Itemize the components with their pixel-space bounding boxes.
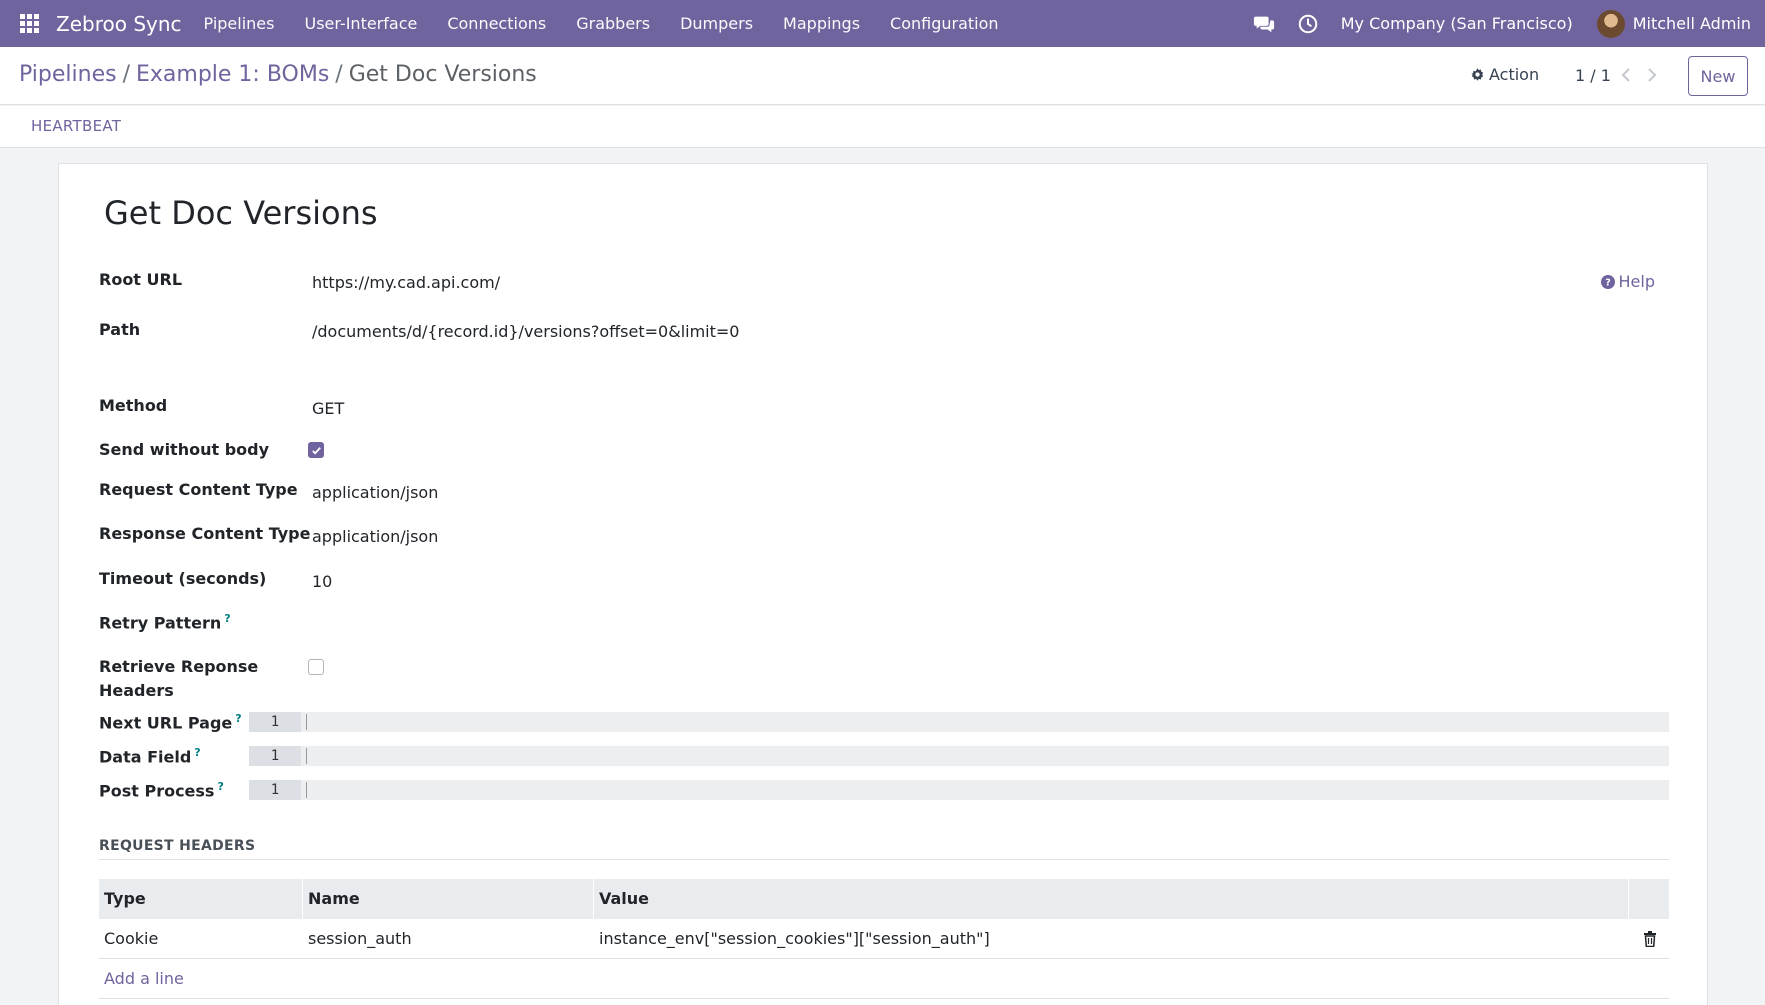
clock-icon[interactable] [1297, 13, 1319, 35]
menu-pipelines[interactable]: Pipelines [204, 14, 275, 33]
data-field-editor[interactable]: 1 [249, 746, 1669, 766]
line-number: 1 [249, 780, 301, 800]
form-statusbar: HEARTBEAT [0, 106, 1765, 148]
new-button[interactable]: New [1688, 56, 1748, 96]
question-circle-icon: ? [1600, 274, 1615, 289]
apps-icon[interactable] [20, 13, 40, 34]
action-label: Action [1489, 65, 1540, 84]
section-divider [99, 859, 1669, 860]
next-url-page-label: Next URL Page? [99, 712, 242, 733]
method-field[interactable]: GET [312, 399, 344, 418]
breadcrumb-current: Get Doc Versions [348, 62, 537, 87]
timeout-label: Timeout (seconds) [99, 569, 267, 588]
breadcrumb: Pipelines / Example 1: BOMs / Get Doc Versio… [19, 62, 537, 87]
line-number: 1 [249, 746, 301, 766]
menu-user-interface[interactable]: User-Interface [304, 14, 417, 33]
menu-mappings[interactable]: Mappings [783, 14, 860, 33]
column-divider [302, 879, 303, 919]
send-without-body-checkbox[interactable] [308, 442, 324, 458]
navbar-systray: My Company (San Francisco) Mitchell Admi… [1253, 0, 1765, 47]
column-divider [1628, 879, 1629, 919]
help-link[interactable]: ? Help [1600, 272, 1655, 291]
gear-icon [1471, 68, 1484, 81]
method-label: Method [99, 396, 168, 415]
retrieve-headers-label-line2: Headers [99, 681, 174, 700]
app-brand[interactable]: Zebroo Sync [56, 12, 182, 36]
column-value[interactable]: Value [599, 889, 649, 908]
tooltip-icon[interactable]: ? [194, 746, 200, 759]
chat-icon[interactable] [1253, 13, 1275, 35]
post-process-label: Post Process? [99, 780, 224, 801]
menu-dumpers[interactable]: Dumpers [680, 14, 753, 33]
root-url-label: Root URL [99, 270, 183, 289]
menu-configuration[interactable]: Configuration [890, 14, 999, 33]
cell-name[interactable]: session_auth [308, 929, 412, 948]
breadcrumb-separator: / [335, 62, 343, 87]
cell-value[interactable]: instance_env["session_cookies"]["session… [599, 929, 990, 948]
avatar[interactable] [1596, 9, 1625, 38]
response-content-type-field[interactable]: application/json [312, 527, 438, 546]
tooltip-icon[interactable]: ? [235, 712, 241, 725]
user-menu[interactable]: Mitchell Admin [1633, 14, 1751, 33]
add-line-link[interactable]: Add a line [104, 969, 184, 988]
company-switcher[interactable]: My Company (San Francisco) [1341, 14, 1573, 33]
tooltip-icon[interactable]: ? [224, 612, 230, 625]
text-cursor [306, 782, 307, 798]
control-panel: Pipelines / Example 1: BOMs / Get Doc Versio… [0, 47, 1765, 105]
menu-connections[interactable]: Connections [447, 14, 546, 33]
text-cursor [306, 714, 307, 730]
action-button[interactable]: Action [1470, 65, 1539, 84]
retrieve-headers-label: Retrieve Reponse [99, 657, 259, 676]
breadcrumb-pipelines[interactable]: Pipelines [19, 62, 117, 87]
svg-text:?: ? [1605, 277, 1611, 288]
add-line-row: Add a line [99, 959, 1669, 999]
chevron-right-icon[interactable] [1645, 67, 1659, 83]
retrieve-headers-checkbox[interactable] [308, 659, 324, 675]
request-content-type-field[interactable]: application/json [312, 483, 438, 502]
heartbeat-button[interactable]: HEARTBEAT [31, 117, 121, 135]
breadcrumb-separator: / [122, 62, 130, 87]
request-headers-title: REQUEST HEADERS [99, 838, 256, 854]
response-content-type-label: Response Content Type [99, 524, 311, 543]
chevron-left-icon[interactable] [1619, 67, 1633, 83]
menu-grabbers[interactable]: Grabbers [576, 14, 650, 33]
breadcrumb-example-boms[interactable]: Example 1: BOMs [136, 62, 329, 87]
path-field[interactable]: /documents/d/{record.id}/versions?offset… [312, 322, 739, 341]
post-process-editor[interactable]: 1 [249, 780, 1669, 800]
send-without-body-label: Send without body [99, 440, 270, 459]
column-divider [593, 879, 594, 919]
cell-type[interactable]: Cookie [104, 929, 158, 948]
data-field-label: Data Field? [99, 746, 201, 767]
check-icon [311, 446, 321, 455]
pager-value[interactable]: 1 / 1 [1575, 66, 1611, 85]
timeout-field[interactable]: 10 [312, 572, 332, 591]
next-url-page-editor[interactable]: 1 [249, 712, 1669, 732]
form-sheet: Get Doc Versions ? Help Root URL https:/… [58, 163, 1708, 1005]
table-header: Type Name Value [99, 879, 1669, 919]
request-content-type-label: Request Content Type [99, 480, 298, 499]
column-type[interactable]: Type [104, 889, 146, 908]
record-title[interactable]: Get Doc Versions [104, 194, 378, 232]
request-headers-table: Type Name Value Cookie session_auth inst… [99, 879, 1669, 999]
path-label: Path [99, 320, 141, 339]
text-cursor [306, 748, 307, 764]
retry-pattern-label: Retry Pattern? [99, 612, 231, 633]
help-label: Help [1618, 272, 1655, 291]
tooltip-icon[interactable]: ? [217, 780, 223, 793]
column-name[interactable]: Name [308, 889, 360, 908]
trash-icon[interactable] [1643, 931, 1657, 947]
table-row[interactable]: Cookie session_auth instance_env["sessio… [99, 919, 1669, 959]
top-navbar: Zebroo Sync Pipelines User-Interface Con… [0, 0, 1765, 47]
line-number: 1 [249, 712, 301, 732]
root-url-field[interactable]: https://my.cad.api.com/ [312, 273, 500, 292]
